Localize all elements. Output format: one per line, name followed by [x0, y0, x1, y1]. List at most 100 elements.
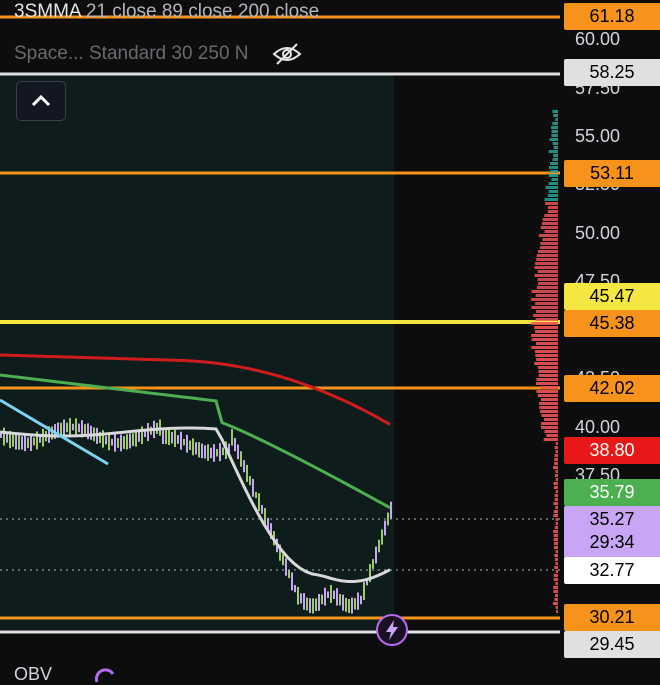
volume-profile-bar [554, 542, 558, 545]
indicator-params: 21 close 89 close 200 close [86, 1, 319, 22]
price-tag-58-25: 58.25 [564, 59, 660, 86]
volume-profile-bar [555, 594, 558, 597]
volume-profile-bar [553, 466, 558, 469]
candle [315, 598, 317, 610]
candle [87, 423, 89, 439]
volume-profile-bar [536, 358, 558, 361]
volume-profile-bar [549, 190, 558, 193]
candle [246, 465, 248, 482]
candle [12, 435, 14, 447]
candle [294, 585, 296, 592]
price-tag-42-02: 42.02 [564, 375, 660, 402]
axis-tick-label: 60.00 [575, 29, 620, 50]
candle [243, 460, 245, 472]
candle [204, 445, 206, 458]
candle [177, 435, 179, 444]
volume-profile-bar [544, 418, 558, 421]
volume-profile-bar [538, 250, 558, 253]
volume-profile-bar [553, 602, 558, 605]
candle [15, 434, 17, 450]
candle [213, 444, 215, 462]
volume-profile-bar [548, 194, 558, 197]
volume-profile-bar [538, 366, 558, 369]
volume-profile-bar [545, 202, 558, 205]
eye-off-icon[interactable] [272, 42, 302, 66]
candle [138, 432, 140, 442]
volume-profile-bar [546, 186, 558, 189]
candle [90, 426, 92, 440]
volume-profile-bar [533, 314, 558, 317]
candle [336, 588, 338, 605]
candle [327, 591, 329, 598]
volume-profile-bar [543, 218, 558, 221]
candle [285, 558, 287, 575]
volume-profile-bar [545, 430, 558, 433]
candle [69, 418, 71, 436]
volume-profile-bar [549, 166, 558, 169]
volume-profile-bar [539, 402, 558, 405]
legend-row-ma[interactable]: 3SMMA 21 close 89 close 200 close [14, 1, 319, 23]
volume-profile-bar [556, 550, 558, 553]
candle [342, 595, 344, 611]
volume-profile-bar [554, 566, 558, 569]
volume-profile-bar [537, 286, 558, 289]
volume-profile-bar [536, 258, 558, 261]
price-tag-30-21: 30.21 [564, 604, 660, 631]
volume-profile-bar [551, 178, 558, 181]
price-tag-35-79: 35.79 [564, 479, 660, 506]
candle [72, 424, 74, 430]
obv-pane-label[interactable]: OBV [14, 664, 119, 685]
volume-profile-bar [555, 498, 558, 501]
volume-profile-bar [536, 342, 558, 345]
collapse-legend-button[interactable] [16, 81, 66, 121]
volume-profile-bar [535, 274, 558, 277]
candle [147, 423, 149, 441]
candle [231, 429, 233, 445]
candle [105, 436, 107, 444]
volume-profile-bar [548, 210, 558, 213]
volume-profile-bar [531, 298, 558, 301]
volume-profile-bar [538, 394, 558, 397]
volume-profile-bar [555, 494, 558, 497]
volume-profile-bar [555, 558, 558, 561]
candle [258, 493, 260, 511]
candle [354, 598, 356, 609]
volume-profile-bar [556, 450, 558, 453]
candle [375, 547, 377, 564]
volume-profile-bar [539, 406, 558, 409]
price-tag-38-80: 38.80 [564, 437, 660, 464]
volume-profile-bar [534, 326, 558, 329]
volume-profile-bar [554, 578, 558, 581]
price-tag-53-11: 53.11 [564, 160, 660, 187]
candle [291, 572, 293, 590]
volume-profile-bar [550, 138, 558, 141]
volume-profile-bar [541, 426, 558, 429]
candle [252, 479, 254, 497]
volume-profile-bar [556, 442, 558, 445]
volume-profile-bar [554, 146, 558, 149]
volume-profile-bar [545, 230, 558, 233]
legend-row-volume-profile[interactable]: Space... Standard 30 250 N [14, 42, 302, 66]
volume-profile-bar [554, 554, 558, 557]
price-chart[interactable] [0, 0, 660, 680]
volume-profile-bar [543, 238, 558, 241]
volume-profile-bar [552, 130, 558, 133]
axis-tick-label: 40.00 [575, 417, 620, 438]
price-tag-29-45: 29.45 [564, 631, 660, 658]
candle [390, 502, 392, 519]
volume-profile-bar [556, 518, 558, 521]
candle [60, 423, 62, 435]
refresh-icon[interactable] [91, 666, 119, 684]
price-tag-45-47: 45.47 [564, 283, 660, 310]
candle [129, 433, 131, 448]
lightning-icon[interactable] [376, 614, 408, 646]
volume-profile-bar [541, 226, 558, 229]
candle [63, 420, 65, 437]
candle [33, 438, 35, 446]
candle [210, 448, 212, 458]
indicator-name: 3SMMA [14, 1, 81, 22]
candle [123, 436, 125, 449]
candle [345, 598, 347, 612]
candle [6, 434, 8, 443]
candle [24, 435, 26, 451]
